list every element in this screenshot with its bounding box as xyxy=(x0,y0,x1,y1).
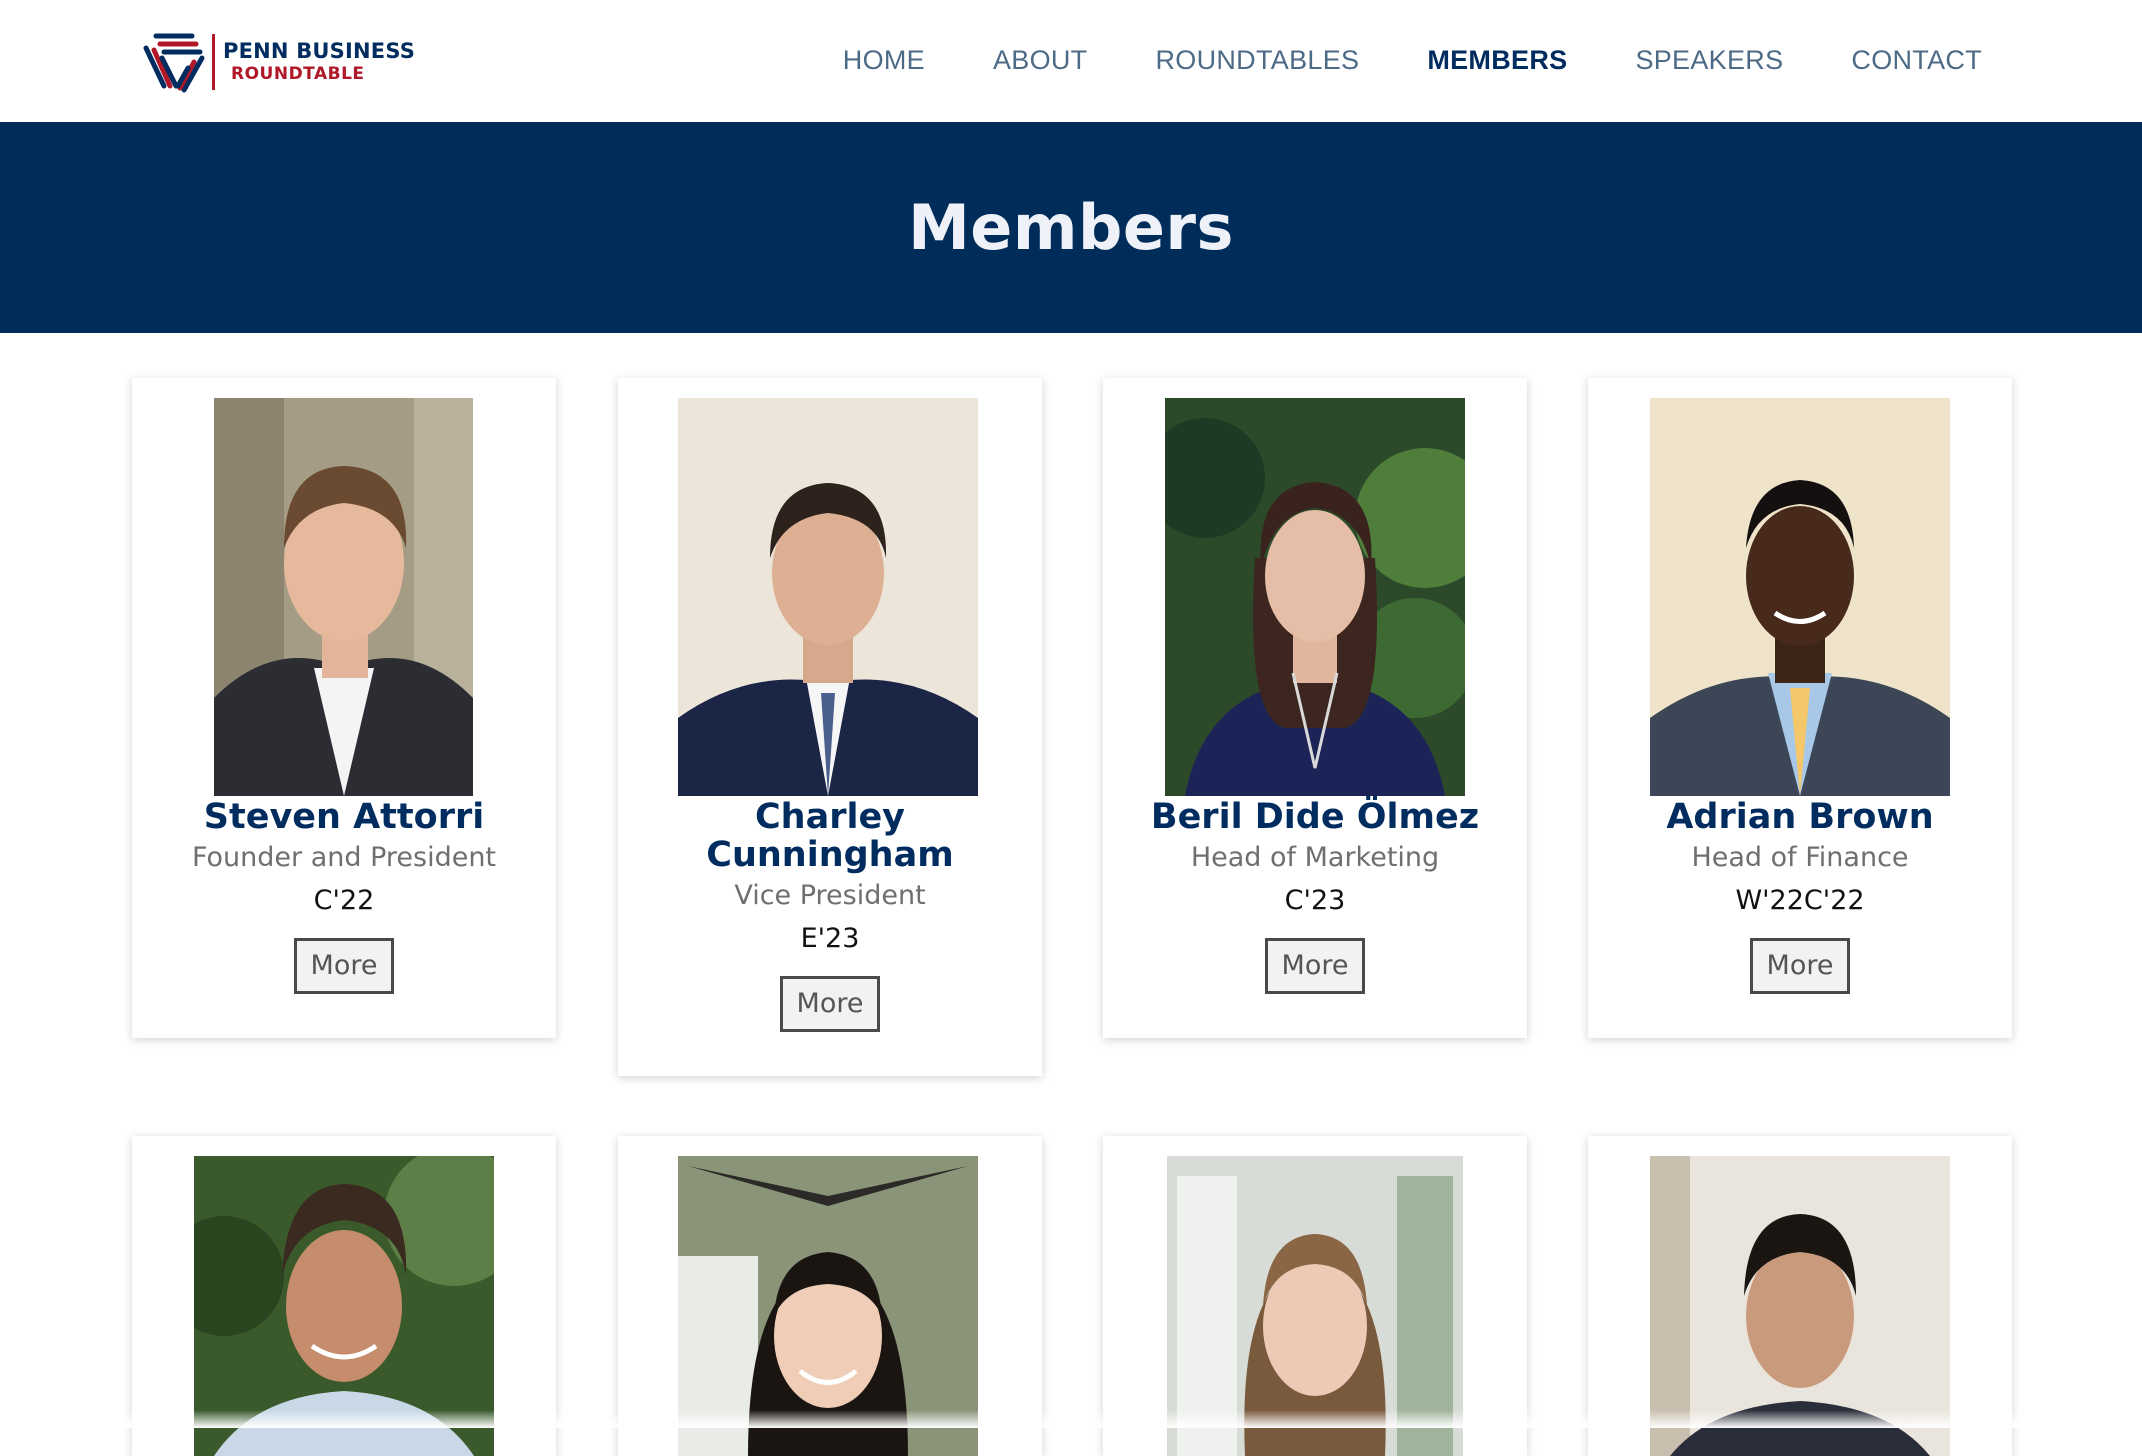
nav-members[interactable]: MEMBERS xyxy=(1427,42,1567,78)
more-button[interactable]: More xyxy=(779,976,881,1032)
member-class-year: W'22C'22 xyxy=(1735,885,1865,916)
member-info: Charley Cunningham Vice President E'23 M… xyxy=(618,798,1042,1032)
scroll-fade xyxy=(0,1410,2142,1428)
member-info: Beril Dide Ölmez Head of Marketing C'23 … xyxy=(1103,798,1527,994)
member-role: Vice President xyxy=(734,880,926,911)
member-card xyxy=(1588,1136,2012,1456)
member-card: Charley Cunningham Vice President E'23 M… xyxy=(618,378,1042,1076)
member-class-year: C'23 xyxy=(1284,885,1346,916)
member-info: Steven Attorri Founder and President C'2… xyxy=(132,798,556,994)
more-button[interactable]: More xyxy=(293,938,395,994)
member-role: Founder and President xyxy=(191,842,497,873)
member-name: Charley Cunningham xyxy=(706,797,954,875)
member-info: Adrian Brown Head of Finance W'22C'22 Mo… xyxy=(1588,798,2012,994)
member-card xyxy=(618,1136,1042,1456)
member-name: Beril Dide Ölmez xyxy=(1150,797,1480,837)
member-photo xyxy=(1165,398,1465,796)
member-card: Steven Attorri Founder and President C'2… xyxy=(132,378,556,1038)
logo-line-1: PENN BUSINESS xyxy=(223,39,416,63)
site-logo[interactable]: PENN BUSINESS ROUNDTABLE xyxy=(138,30,415,94)
more-button[interactable]: More xyxy=(1264,938,1366,994)
member-class-year: E'23 xyxy=(800,923,860,954)
logo-line-2: ROUNDTABLE xyxy=(231,64,365,84)
member-card: Adrian Brown Head of Finance W'22C'22 Mo… xyxy=(1588,378,2012,1038)
member-class-year: C'22 xyxy=(313,885,375,916)
nav-speakers[interactable]: SPEAKERS xyxy=(1635,42,1783,78)
member-name: Steven Attorri xyxy=(203,797,485,837)
member-role: Head of Marketing xyxy=(1190,842,1440,873)
member-card xyxy=(1103,1136,1527,1456)
page-banner: Members xyxy=(0,122,2142,333)
logo-divider xyxy=(212,34,215,90)
member-card xyxy=(132,1136,556,1456)
member-photo xyxy=(1650,398,1950,796)
penn-roundtable-logo-icon xyxy=(143,33,205,93)
member-card: Beril Dide Ölmez Head of Marketing C'23 … xyxy=(1103,378,1527,1038)
logo-wordmark: PENN BUSINESS ROUNDTABLE xyxy=(223,41,415,83)
member-photo xyxy=(678,398,978,796)
nav-contact[interactable]: CONTACT xyxy=(1851,42,1982,78)
nav-roundtables[interactable]: ROUNDTABLES xyxy=(1155,42,1359,78)
nav-home[interactable]: HOME xyxy=(843,42,925,78)
main-nav: HOME ABOUT ROUNDTABLES MEMBERS SPEAKERS … xyxy=(775,42,1982,78)
member-name: Adrian Brown xyxy=(1666,797,1934,837)
member-photo xyxy=(214,398,473,796)
member-role: Head of Finance xyxy=(1691,842,1909,873)
more-button[interactable]: More xyxy=(1749,938,1851,994)
nav-about[interactable]: ABOUT xyxy=(993,42,1088,78)
site-header: PENN BUSINESS ROUNDTABLE HOME ABOUT ROUN… xyxy=(0,0,2142,122)
page-title: Members xyxy=(908,191,1234,264)
